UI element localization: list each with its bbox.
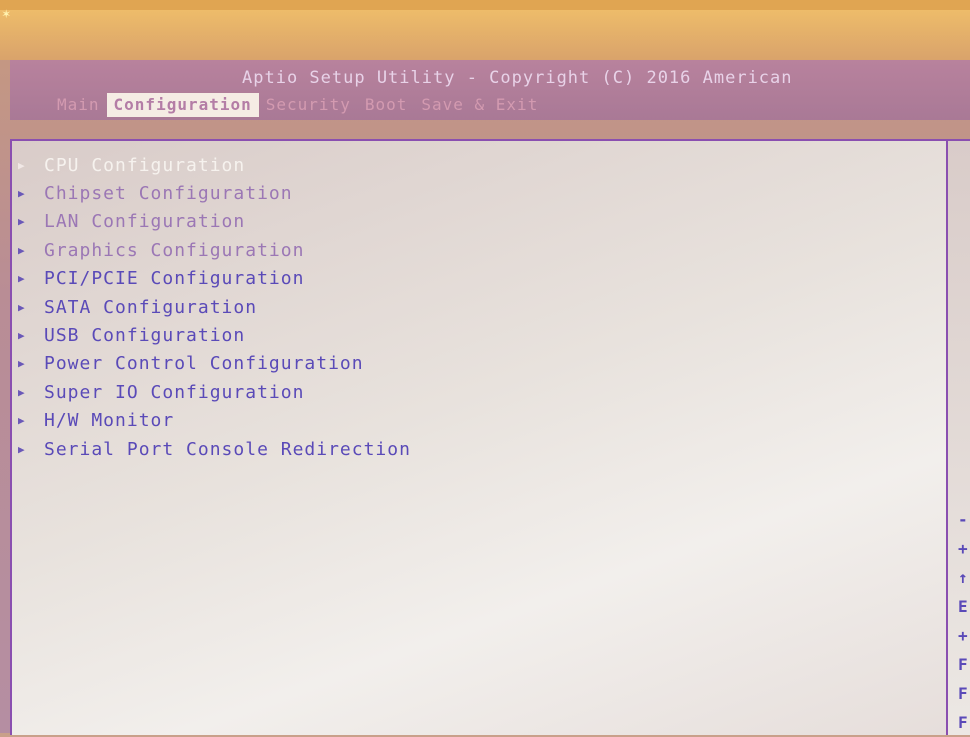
submenu-arrow-icon: ▶ xyxy=(18,187,26,201)
submenu-arrow-icon: ▶ xyxy=(18,357,26,371)
submenu-arrow-icon: ▶ xyxy=(18,215,26,229)
menu-item-label: Power Control Configuration xyxy=(44,353,364,375)
menu-item-sata-configuration[interactable]: ▶ SATA Configuration xyxy=(18,293,411,321)
glare-spot-icon: ✶ xyxy=(2,6,11,22)
tab-security[interactable]: Security xyxy=(259,93,358,117)
menu-item-label: USB Configuration xyxy=(44,325,246,347)
tab-main[interactable]: Main xyxy=(50,93,107,117)
monitor-bezel xyxy=(0,0,970,10)
menu-item-power-control-configuration[interactable]: ▶ Power Control Configuration xyxy=(18,350,411,378)
menu-item-graphics-configuration[interactable]: ▶ Graphics Configuration xyxy=(18,236,411,264)
submenu-arrow-icon: ▶ xyxy=(18,300,26,314)
menu-item-chipset-configuration[interactable]: ▶ Chipset Configuration xyxy=(18,179,411,207)
tab-save-exit[interactable]: Save & Exit xyxy=(414,93,545,117)
submenu-arrow-icon: ▶ xyxy=(18,385,26,399)
submenu-arrow-icon: ▶ xyxy=(18,243,26,257)
menu-item-usb-configuration[interactable]: ▶ USB Configuration xyxy=(18,321,411,349)
menu-item-lan-configuration[interactable]: ▶ LAN Configuration xyxy=(18,208,411,236)
help-key: E xyxy=(958,597,968,616)
utility-title: Aptio Setup Utility - Copyright (C) 2016… xyxy=(242,68,793,88)
menu-item-pci-pcie-configuration[interactable]: ▶ PCI/PCIE Configuration xyxy=(18,265,411,293)
menu-item-label: PCI/PCIE Configuration xyxy=(44,268,305,290)
help-key: F xyxy=(958,655,968,674)
menu-item-label: Serial Port Console Redirection xyxy=(44,438,411,460)
help-key: + xyxy=(958,626,968,645)
help-key: - xyxy=(958,510,968,529)
submenu-arrow-icon: ▶ xyxy=(18,442,26,456)
submenu-arrow-icon: ▶ xyxy=(18,158,26,172)
menu-item-hw-monitor[interactable]: ▶ H/W Monitor xyxy=(18,407,411,435)
help-key: F xyxy=(958,684,968,703)
menu-item-label: CPU Configuration xyxy=(44,154,246,176)
tab-boot[interactable]: Boot xyxy=(358,93,415,117)
help-key: ↑ xyxy=(958,568,968,587)
submenu-arrow-icon: ▶ xyxy=(18,329,26,343)
submenu-arrow-icon: ▶ xyxy=(18,414,26,428)
menu-item-label: SATA Configuration xyxy=(44,296,258,318)
menu-item-cpu-configuration[interactable]: ▶ CPU Configuration xyxy=(18,151,411,179)
help-key-legend: - + ↑ E + F F F xyxy=(958,505,968,737)
menu-item-label: LAN Configuration xyxy=(44,211,246,233)
menu-item-label: Super IO Configuration xyxy=(44,381,305,403)
tab-bar: Main Configuration Security Boot Save & … xyxy=(50,93,545,117)
menu-item-label: Graphics Configuration xyxy=(44,239,305,261)
tab-configuration[interactable]: Configuration xyxy=(106,93,259,117)
menu-item-super-io-configuration[interactable]: ▶ Super IO Configuration xyxy=(18,378,411,406)
menu-item-label: Chipset Configuration xyxy=(44,183,293,205)
submenu-arrow-icon: ▶ xyxy=(18,272,26,286)
menu-item-label: H/W Monitor xyxy=(44,410,175,432)
menu-item-serial-port-console-redirection[interactable]: ▶ Serial Port Console Redirection xyxy=(18,435,411,463)
help-key: + xyxy=(958,539,968,558)
configuration-menu: ▶ CPU Configuration ▶ Chipset Configurat… xyxy=(18,151,411,463)
